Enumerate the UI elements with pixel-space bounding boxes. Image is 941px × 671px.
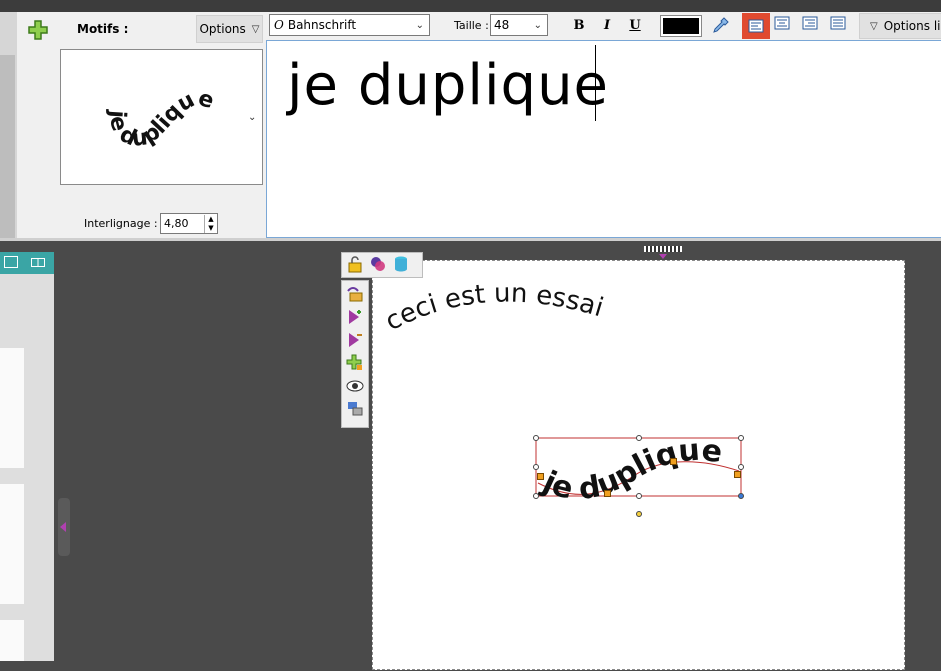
page-canvas[interactable]: ceci est un essai je duplique: [372, 260, 905, 670]
interlignage-label: Interlignage :: [84, 217, 158, 230]
align-left-icon: [748, 19, 764, 33]
curve-node[interactable]: [537, 473, 544, 480]
colors-icon[interactable]: [369, 255, 387, 276]
splitter-handle[interactable]: [58, 498, 70, 556]
chevron-down-icon: ⌄: [415, 19, 424, 31]
interlignage-spinner[interactable]: 4,80 ▲ ▼: [160, 213, 218, 234]
page-thumbnail[interactable]: [0, 620, 24, 661]
curve-node[interactable]: [670, 458, 677, 465]
chevron-down-icon: ▽: [870, 20, 878, 32]
link-tool-icon[interactable]: [344, 284, 366, 304]
motifs-options-button[interactable]: Options ▽: [196, 15, 263, 43]
curve-node[interactable]: [734, 471, 741, 478]
drag-grip[interactable]: [644, 246, 682, 252]
italic-button[interactable]: I: [596, 14, 618, 36]
font-family-combo[interactable]: O Bahnschrift ⌄: [269, 14, 430, 36]
chevron-down-icon: ▽: [251, 23, 260, 35]
remove-node-icon[interactable]: [344, 330, 366, 350]
motifs-options-label: Options: [199, 22, 246, 36]
curve-node[interactable]: [604, 490, 611, 497]
screen-icon[interactable]: [4, 256, 18, 268]
arc-text[interactable]: ceci est un essai: [381, 278, 607, 337]
align-justify-icon: [830, 16, 846, 30]
page-thumbnail[interactable]: [0, 348, 24, 468]
align-center-button[interactable]: [774, 16, 794, 36]
options-line-label: Options lig: [883, 19, 941, 33]
resize-handle[interactable]: [636, 493, 642, 499]
motif-preview-text: je duplique: [104, 86, 217, 152]
resize-handle[interactable]: [533, 435, 539, 441]
rotate-handle[interactable]: [636, 511, 642, 517]
text-color-swatch[interactable]: [660, 15, 702, 37]
spinner-arrows[interactable]: ▲ ▼: [204, 214, 217, 233]
align-justify-button[interactable]: [830, 16, 850, 36]
add-node-icon[interactable]: [344, 307, 366, 327]
align-right-button[interactable]: [802, 16, 822, 36]
collapse-arrow-icon: [60, 522, 66, 532]
color-fill: [663, 18, 699, 34]
opentype-icon: O: [274, 18, 284, 32]
align-right-icon: [802, 16, 818, 30]
font-family-value: Bahnschrift: [287, 18, 357, 32]
text-editor[interactable]: je duplique: [266, 40, 941, 238]
resize-handle[interactable]: [738, 493, 744, 499]
options-line-button[interactable]: ▽ Options lig: [859, 13, 941, 39]
eyedropper-icon[interactable]: [710, 16, 730, 36]
top-window-strip: [0, 0, 941, 12]
database-icon[interactable]: [393, 255, 409, 276]
object-toolstrip: [341, 280, 369, 428]
interlignage-value: 4,80: [164, 217, 189, 230]
chevron-down-icon[interactable]: ⌄: [248, 112, 256, 123]
chevron-down-icon: ⌄: [533, 19, 542, 31]
resize-handle[interactable]: [738, 464, 744, 470]
lock-icon[interactable]: [347, 255, 363, 276]
left-panel-tabs: [0, 252, 54, 274]
bold-button[interactable]: B: [568, 14, 590, 36]
object-tabs: [341, 252, 423, 278]
text-cursor: [595, 45, 596, 121]
eye-icon[interactable]: [344, 376, 366, 396]
resize-handle[interactable]: [738, 435, 744, 441]
taille-label: Taille :: [454, 19, 489, 32]
align-left-button[interactable]: [742, 13, 770, 39]
page-thumbnail[interactable]: [0, 484, 24, 604]
resize-handle[interactable]: [636, 435, 642, 441]
separator: [0, 238, 941, 241]
editor-text: je duplique: [287, 53, 610, 118]
resize-handle[interactable]: [533, 493, 539, 499]
motifs-label: Motifs :: [77, 22, 129, 36]
add-point-icon[interactable]: [344, 353, 366, 373]
arrange-icon[interactable]: [344, 399, 366, 419]
motif-preview[interactable]: je duplique ⌄: [60, 49, 263, 185]
align-center-icon: [774, 16, 790, 30]
add-plus-icon[interactable]: [28, 20, 48, 40]
resize-handle[interactable]: [533, 464, 539, 470]
underline-button[interactable]: U: [624, 14, 646, 36]
ribbon-left-gutter: [0, 55, 15, 240]
font-size-combo[interactable]: 48 ⌄: [490, 14, 548, 36]
two-pages-icon[interactable]: [31, 258, 45, 267]
marker-arrow-icon: [659, 254, 667, 259]
font-size-value: 48: [494, 18, 510, 32]
